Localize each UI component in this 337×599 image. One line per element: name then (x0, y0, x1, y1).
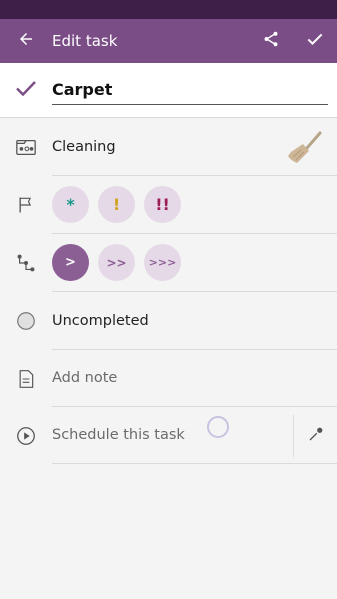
folder-label: Cleaning (52, 138, 116, 155)
share-icon (262, 30, 280, 52)
status-label: Uncompleted (52, 312, 149, 329)
status-bar (0, 0, 337, 19)
status-row[interactable]: Uncompleted (0, 292, 337, 350)
folder-row[interactable]: Cleaning (0, 118, 337, 176)
hierarchy-icon (0, 252, 52, 274)
circle-icon (0, 310, 52, 332)
back-button[interactable] (0, 19, 52, 63)
note-row[interactable]: Add note (0, 350, 337, 407)
schedule-row[interactable]: Schedule this task (0, 407, 337, 464)
task-name-row: Carpet (0, 63, 337, 118)
priority-row: * ! !! (0, 176, 337, 234)
play-circle-icon (0, 425, 52, 447)
urgency-low-button[interactable]: > (52, 244, 89, 281)
loading-spinner (207, 416, 229, 438)
check-icon (305, 29, 325, 53)
flag-icon (0, 194, 52, 216)
urgency-low-label: > (65, 255, 76, 270)
page-title: Edit task (52, 32, 118, 50)
priority-low-button[interactable]: * (52, 186, 89, 223)
app-bar: Edit task (0, 19, 337, 63)
urgency-row: > >> >>> (0, 234, 337, 292)
urgency-medium-button[interactable]: >> (98, 244, 135, 281)
priority-medium-button[interactable]: ! (98, 186, 135, 223)
task-name-input[interactable]: Carpet (52, 75, 328, 105)
save-button[interactable] (293, 19, 337, 63)
checkmark-icon (14, 76, 38, 104)
priority-high-button[interactable]: !! (144, 186, 181, 223)
share-button[interactable] (249, 19, 293, 63)
urgency-high-button[interactable]: >>> (144, 244, 181, 281)
broom-icon (285, 130, 323, 170)
priority-high-label: !! (155, 195, 170, 214)
arrow-back-icon (17, 30, 35, 52)
schedule-input[interactable]: Schedule this task (52, 427, 185, 443)
folder-icon (0, 136, 52, 158)
priority-low-label: * (66, 195, 75, 214)
note-icon (0, 368, 52, 390)
note-input[interactable]: Add note (52, 370, 117, 386)
complete-toggle[interactable] (0, 76, 52, 104)
urgency-medium-label: >> (106, 255, 127, 270)
dropper-icon (307, 425, 325, 447)
priority-medium-label: ! (112, 195, 121, 214)
urgency-high-label: >>> (148, 256, 177, 269)
pick-schedule-button[interactable] (294, 407, 337, 464)
